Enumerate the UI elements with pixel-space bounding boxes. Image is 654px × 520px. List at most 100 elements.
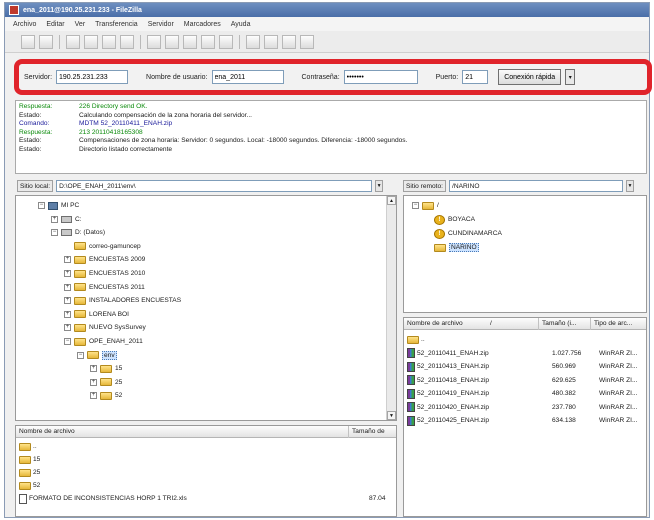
collapse-icon[interactable]: − <box>38 202 45 209</box>
tree-node-label: BOYACA <box>448 216 475 223</box>
column-filename[interactable]: Nombre de archivo <box>19 428 75 435</box>
expand-icon[interactable]: + <box>64 324 71 332</box>
collapse-icon[interactable]: − <box>412 202 419 209</box>
menu-item[interactable]: Marcadores <box>184 21 221 28</box>
reconnect-icon[interactable] <box>219 34 233 49</box>
column-separator[interactable] <box>538 318 539 330</box>
file-row[interactable]: 52_20110418_ENAH.zip 629.625 WinRAR ZI... <box>407 375 645 386</box>
toggle-queue-icon[interactable] <box>120 34 134 49</box>
collapse-icon[interactable]: − <box>77 351 84 359</box>
tree-node[interactable]: − D: (Datos) <box>51 227 105 238</box>
tree-node[interactable]: +25 <box>90 377 122 388</box>
warning-folder-icon: ! <box>434 214 445 225</box>
refresh-icon[interactable] <box>147 34 161 49</box>
local-path-input[interactable]: D:\OPE_ENAH_2011\env\ <box>56 180 373 192</box>
local-file-list[interactable]: Nombre de archivo Tamaño de .. 15 25 52 FORM… <box>15 425 397 517</box>
cancel-icon[interactable] <box>183 34 197 49</box>
collapse-icon[interactable]: − <box>51 229 58 237</box>
username-input[interactable] <box>211 70 284 84</box>
tree-node[interactable]: − OPE_ENAH_2011 <box>64 336 143 347</box>
expand-icon[interactable]: + <box>90 365 97 373</box>
chevron-down-icon[interactable]: ▼ <box>626 180 635 192</box>
collapse-icon[interactable]: − <box>64 338 71 345</box>
column-filetype[interactable]: Tipo de arc... <box>594 320 632 327</box>
tree-node[interactable]: + ENCUESTAS 2009 <box>64 254 145 265</box>
expand-icon[interactable]: + <box>64 310 71 318</box>
tree-node[interactable]: NARINO <box>424 242 479 253</box>
tree-node[interactable]: + NUEVO SysSurvey <box>64 322 146 333</box>
tree-node[interactable]: ! BOYACA <box>424 214 475 225</box>
toggle-local-tree-icon[interactable] <box>84 34 98 49</box>
remote-site-label: Sitio remoto: <box>403 180 447 192</box>
file-row[interactable]: 15 <box>19 454 395 465</box>
host-input[interactable] <box>56 70 129 84</box>
disconnect-icon[interactable] <box>201 34 215 49</box>
file-row[interactable]: .. <box>407 334 645 345</box>
expand-icon[interactable]: + <box>64 256 71 264</box>
column-size[interactable]: Tamaño (i... <box>542 320 576 327</box>
file-row[interactable]: FORMATO DE INCONSISTENCIAS HORP 1 TRI2.x… <box>19 493 395 504</box>
remote-path-input[interactable]: /NARINO <box>449 180 624 192</box>
filter-icon[interactable] <box>246 34 260 49</box>
column-size[interactable]: Tamaño de <box>352 428 385 435</box>
remote-tree-view[interactable]: − /! BOYACA! CUNDINAMARCA NARINO <box>403 195 647 313</box>
file-size: 629.625 <box>552 376 576 384</box>
quickconnect-dropdown-button[interactable]: ▾ <box>565 69 576 85</box>
expand-icon[interactable]: + <box>90 392 97 400</box>
toggle-log-icon[interactable] <box>66 34 80 49</box>
window-title: ena_2011@190.25.231.233 - FileZilla <box>23 6 142 14</box>
expand-icon[interactable]: + <box>64 297 71 305</box>
expand-icon[interactable]: + <box>64 270 71 277</box>
menu-item[interactable]: Ver <box>75 21 86 28</box>
tree-node[interactable]: correo-gamuncep <box>64 241 141 252</box>
file-row[interactable]: 52_20110420_ENAH.zip 237.780 WinRAR ZI... <box>407 402 645 413</box>
password-input[interactable] <box>343 70 418 84</box>
quickconnect-button[interactable]: Conexión rápida <box>498 69 562 85</box>
tree-node[interactable]: + ENCUESTAS 2011 <box>64 282 145 293</box>
local-tree-view[interactable]: ▲ ▼ − MI PC + C: − D: (Datos) correo-gamuncep +… <box>15 195 397 421</box>
tree-node[interactable]: + INSTALADORES ENCUESTAS <box>64 295 181 306</box>
file-row[interactable]: .. <box>19 441 395 452</box>
menu-item[interactable]: Ayuda <box>231 21 251 28</box>
compare-icon[interactable] <box>264 34 278 49</box>
file-row[interactable]: 52 <box>19 480 395 491</box>
tree-node[interactable]: − env <box>77 350 117 361</box>
tree-node[interactable]: − / <box>412 200 439 211</box>
site-manager-icon[interactable] <box>21 34 35 49</box>
sync-browse-icon[interactable] <box>282 34 296 49</box>
tree-node[interactable]: + LORENA BOI <box>64 309 129 320</box>
expand-icon[interactable]: + <box>51 215 58 223</box>
menu-item[interactable]: Editar <box>46 21 64 28</box>
dropdown-arrow-icon[interactable] <box>39 34 53 49</box>
column-separator[interactable] <box>348 426 349 438</box>
tree-node[interactable]: − MI PC <box>38 200 79 211</box>
process-queue-icon[interactable] <box>165 34 179 49</box>
port-input[interactable] <box>462 70 489 84</box>
file-row[interactable]: 52_20110413_ENAH.zip 560.969 WinRAR ZI... <box>407 361 645 372</box>
file-row[interactable]: 52_20110425_ENAH.zip 634.138 WinRAR ZI... <box>407 415 645 426</box>
menu-item[interactable]: Transferencia <box>95 21 138 28</box>
column-separator[interactable] <box>590 318 591 330</box>
scroll-down-icon[interactable]: ▼ <box>387 411 396 420</box>
tree-node[interactable]: ! CUNDINAMARCA <box>424 228 502 239</box>
tree-node[interactable]: + C: <box>51 214 82 225</box>
remote-file-list[interactable]: Nombre de archivo / Tamaño (i... Tipo de… <box>403 317 647 517</box>
toggle-remote-tree-icon[interactable] <box>102 34 116 49</box>
column-filename[interactable]: Nombre de archivo <box>407 320 463 327</box>
chevron-down-icon[interactable]: ▼ <box>375 180 384 192</box>
tree-node-label: C: <box>75 215 82 223</box>
tree-node[interactable]: +15 <box>90 363 122 374</box>
menu-item[interactable]: Archivo <box>13 21 36 28</box>
expand-icon[interactable]: + <box>90 378 97 386</box>
tree-node[interactable]: + ENCUESTAS 2010 <box>64 268 145 279</box>
expand-icon[interactable]: + <box>64 283 71 291</box>
tree-node[interactable]: +52 <box>90 390 122 401</box>
scroll-up-icon[interactable]: ▲ <box>387 196 396 205</box>
file-row[interactable]: 25 <box>19 467 395 478</box>
menu-item[interactable]: Servidor <box>148 21 174 28</box>
local-tree-scrollbar[interactable]: ▲ ▼ <box>386 196 396 420</box>
search-icon[interactable] <box>300 34 314 49</box>
folder-icon <box>19 481 31 490</box>
file-row[interactable]: 52_20110411_ENAH.zip 1.027.756 WinRAR ZI..… <box>407 348 645 359</box>
file-row[interactable]: 52_20110419_ENAH.zip 480.382 WinRAR ZI... <box>407 388 645 399</box>
